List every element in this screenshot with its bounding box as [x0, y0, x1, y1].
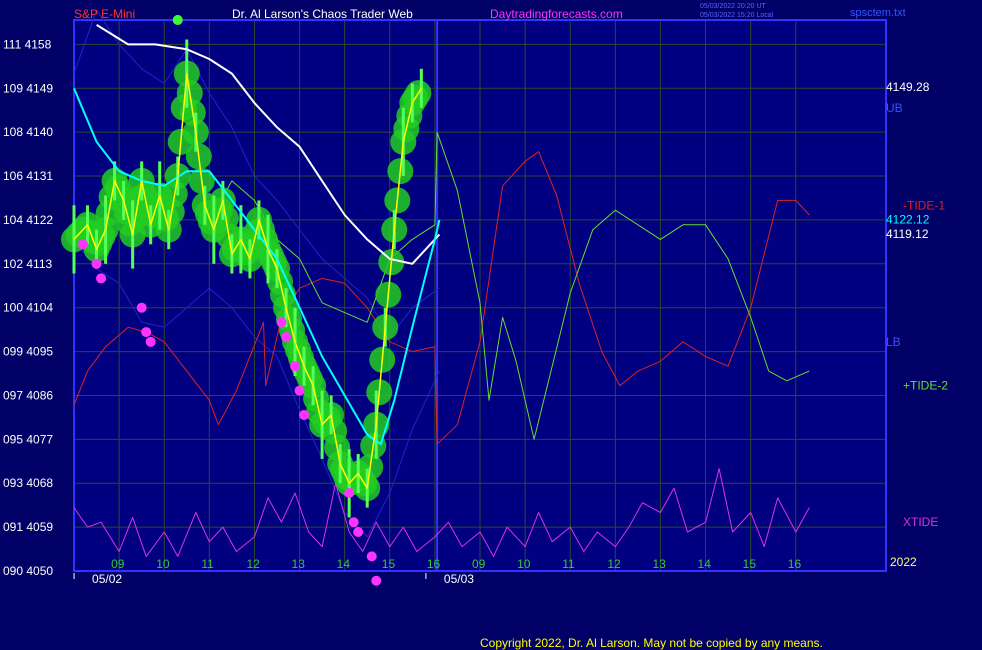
y-tick-label: 090 4050 — [3, 564, 53, 578]
y-tick-label: 091 4059 — [3, 520, 53, 534]
site-url[interactable]: Daytradingforecasts.com — [490, 7, 623, 21]
highlight-dot — [96, 273, 107, 284]
x-tick-label: 15 — [743, 557, 757, 571]
x-tick-label: 15 — [382, 557, 396, 571]
x-tick-label: 14 — [337, 557, 351, 571]
y-tick-label: 104 4122 — [3, 213, 53, 227]
x-tick-label: 12 — [607, 557, 621, 571]
site-title: Dr. Al Larson's Chaos Trader Web — [232, 7, 413, 21]
y-tick-label: 100 4104 — [3, 301, 53, 315]
copyright: Copyright 2022, Dr. Al Larson. May not b… — [480, 636, 823, 650]
data-file-name: spsctem.txt — [850, 7, 906, 19]
x-tick-label: 13 — [292, 557, 306, 571]
x-tick-label: 10 — [156, 557, 170, 571]
right-label: LB — [886, 335, 901, 349]
highlight-dot — [281, 331, 292, 342]
highlight-dot — [348, 517, 359, 528]
date-label: 05/02 — [92, 572, 122, 586]
y-tick-label: 111 4158 — [3, 37, 52, 51]
y-tick-label: 097 4086 — [3, 388, 53, 402]
y-tick-label: 095 4077 — [3, 432, 53, 446]
timestamp-ut: 05/03/2022 20:20 UT — [700, 3, 766, 10]
date-label: 05/03 — [444, 572, 474, 586]
right-label: +TIDE-2 — [903, 379, 948, 393]
highlight-dot — [136, 302, 147, 313]
y-tick-label: 093 4068 — [3, 476, 53, 490]
right-label: 4122.12 — [886, 212, 930, 226]
timestamp-local: 05/03/2022 15:20 Local — [700, 12, 774, 19]
y-tick-label: 108 4140 — [3, 125, 53, 139]
y-tick-label: 099 4095 — [3, 345, 53, 359]
x-tick-label: 09 — [111, 557, 125, 571]
right-label: 4119.12 — [886, 227, 929, 241]
x-tick-label: 14 — [698, 557, 712, 571]
highlight-dot — [276, 317, 287, 328]
highlight-dot — [145, 336, 156, 347]
highlight-dot — [141, 327, 152, 338]
highlight-dot — [91, 258, 102, 269]
x-tick-label: 11 — [562, 557, 575, 571]
right-label: 4149.28 — [886, 80, 930, 94]
peak-dot — [172, 15, 183, 25]
highlight-dot — [353, 526, 364, 537]
year-label: 2022 — [890, 555, 917, 569]
right-label: -TIDE-1 — [903, 198, 945, 212]
x-tick-label: 16 — [427, 557, 441, 571]
highlight-dot — [371, 575, 382, 586]
highlight-dot — [299, 409, 310, 420]
x-tick-label: 12 — [246, 557, 260, 571]
right-label: XTIDE — [903, 515, 938, 529]
highlight-dot — [294, 385, 305, 396]
highlight-dot — [290, 361, 301, 372]
highlight-dot — [78, 239, 89, 250]
right-label: UB — [886, 101, 903, 115]
x-tick-label: 16 — [788, 557, 802, 571]
highlight-dot — [344, 487, 355, 498]
y-tick-label: 106 4131 — [3, 169, 53, 183]
x-tick-label: 11 — [201, 557, 214, 571]
x-tick-label: 13 — [652, 557, 666, 571]
chart-canvas: 111 4158 109 4149 108 4140 106 4131 104 4122… — [3, 3, 948, 650]
instrument-title: S&P E-Mini — [74, 7, 135, 21]
x-tick-label: 09 — [472, 557, 486, 571]
y-tick-label: 102 4113 — [3, 257, 52, 271]
x-tick-label: 10 — [517, 557, 531, 571]
highlight-dot — [366, 551, 377, 562]
y-tick-label: 109 4149 — [3, 81, 53, 95]
